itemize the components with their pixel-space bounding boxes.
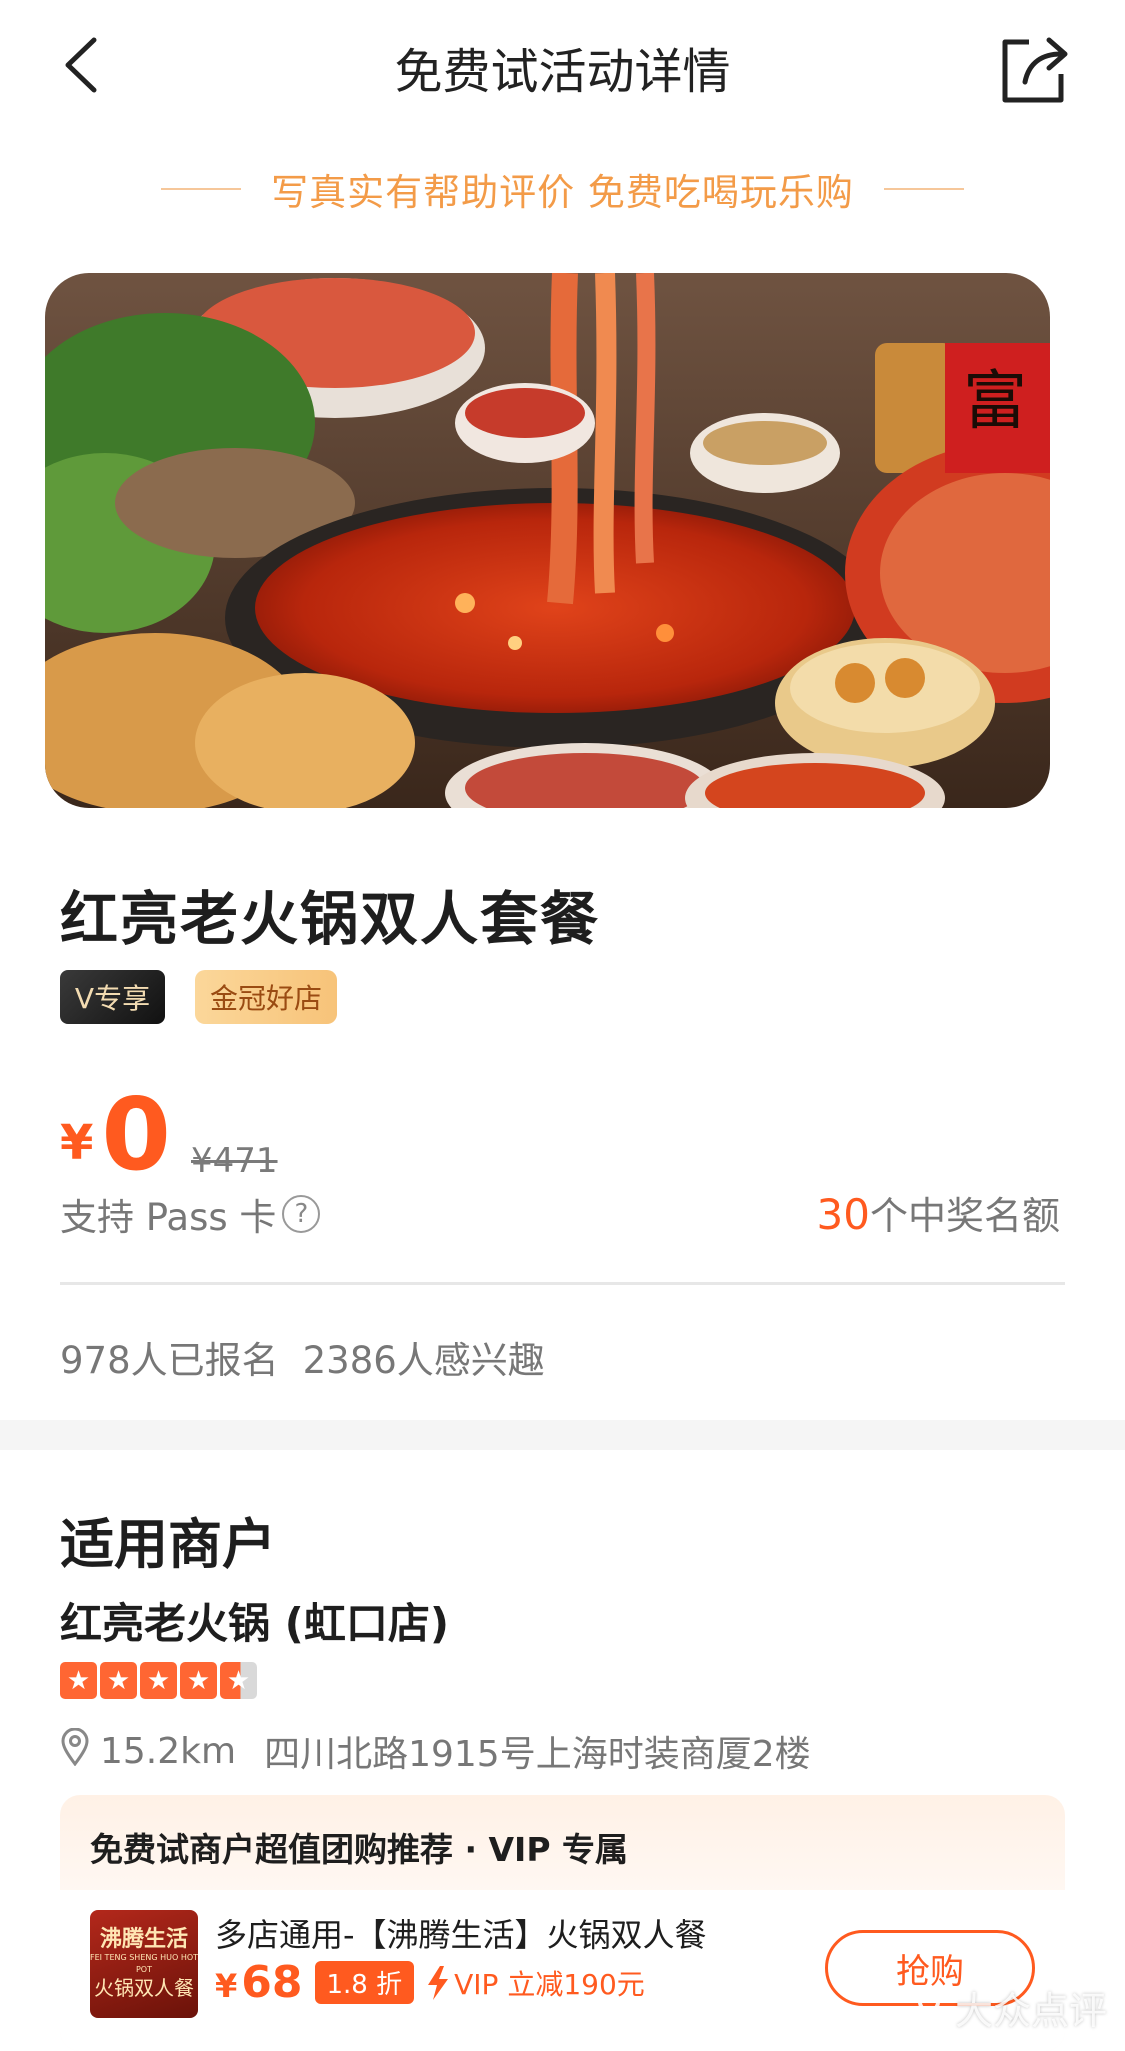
signup-stats: 978人已报名 2386人感兴趣 <box>60 1330 545 1384</box>
gold-crown-shop-tag: 金冠好店 <box>195 970 337 1024</box>
watermark-logo-icon <box>913 1990 945 2027</box>
deal-name[interactable]: 多店通用-【沸腾生活】火锅双人餐 <box>215 1910 707 1956</box>
quota-number: 30 <box>816 1190 870 1239</box>
original-price: ¥471 <box>191 1141 278 1181</box>
shop-name[interactable]: 红亮老火锅 (虹口店) <box>60 1590 449 1651</box>
pass-card-support[interactable]: 支持 Pass 卡 ? <box>60 1187 321 1241</box>
vip-exclusive-tag: V专享 <box>60 970 165 1024</box>
divider <box>60 1282 1065 1285</box>
deal-price-value: 68 <box>241 1957 303 2008</box>
slogan-banner: 写真实有帮助评价 免费吃喝玩乐购 <box>0 162 1125 216</box>
vip-discount: VIP 立减190元 <box>426 1963 645 2003</box>
page-title: 免费试活动详情 <box>394 44 731 100</box>
star-icon: ★ <box>60 1662 97 1699</box>
star-half-icon: ★ <box>220 1662 257 1699</box>
slogan-divider-right <box>883 188 964 190</box>
pass-card-label: 支持 Pass 卡 <box>60 1196 277 1239</box>
price-currency: ¥ <box>60 1115 94 1171</box>
deal-thumbnail[interactable]: 沸腾生活 FEI TENG SHENG HUO HOT POT 火锅双人餐 <box>90 1910 198 2018</box>
section-separator <box>0 1420 1125 1450</box>
shop-address-row[interactable]: 15.2km 四川北路1915号上海时装商厦2楼 <box>60 1725 811 1777</box>
star-icon: ★ <box>100 1662 137 1699</box>
nav-bar: 免费试活动详情 <box>0 0 1125 140</box>
hero-image[interactable]: 富 <box>45 273 1050 808</box>
thumb-subtitle: FEI TENG SHENG HUO HOT POT <box>90 1953 199 1974</box>
thumb-brand: 沸腾生活 <box>99 1927 188 1952</box>
interested-count: 2386人感兴趣 <box>302 1339 545 1382</box>
shop-distance: 15.2km <box>100 1730 237 1772</box>
lightning-icon <box>428 1965 449 2000</box>
price-value: 0 <box>101 1076 171 1193</box>
location-pin-icon <box>60 1727 90 1775</box>
quota-label: 个中奖名额 <box>869 1194 1060 1238</box>
vip-discount-text: VIP 立减190元 <box>454 1967 645 2001</box>
merchant-section-heading: 适用商户 <box>60 1513 276 1576</box>
star-icon: ★ <box>180 1662 217 1699</box>
deal-price-row: ¥68 1.8 折 VIP 立减190元 <box>215 1957 645 2008</box>
help-circle-icon[interactable]: ? <box>282 1195 321 1233</box>
thumb-product: 火锅双人餐 <box>94 1976 194 2000</box>
product-tags: V专享 金冠好店 <box>60 970 337 1024</box>
slogan-text: 写真实有帮助评价 免费吃喝玩乐购 <box>271 171 854 214</box>
deal-price: ¥68 <box>215 1957 303 2008</box>
star-icon: ★ <box>140 1662 177 1699</box>
slogan-divider-left <box>161 188 242 190</box>
deal-currency: ¥ <box>215 1967 238 2005</box>
share-icon[interactable] <box>995 28 1075 108</box>
price-row: ¥ 0 ¥471 <box>60 1085 278 1185</box>
shop-address: 四川北路1915号上海时装商厦2楼 <box>264 1734 811 1775</box>
signed-up-count: 978人已报名 <box>60 1339 279 1382</box>
discount-badge: 1.8 折 <box>314 1961 415 2004</box>
product-title: 红亮老火锅双人套餐 <box>60 885 601 953</box>
hero-calligraphy: 富 <box>963 365 1027 439</box>
shop-rating: ★ ★ ★ ★ ★ <box>60 1662 257 1699</box>
winner-quota: 30个中奖名额 <box>817 1185 1060 1240</box>
watermark: 大众点评 <box>909 1980 1107 2035</box>
promo-title: 免费试商户超值团购推荐 · VIP 专属 <box>90 1830 629 1869</box>
watermark-text: 大众点评 <box>954 1989 1107 2033</box>
